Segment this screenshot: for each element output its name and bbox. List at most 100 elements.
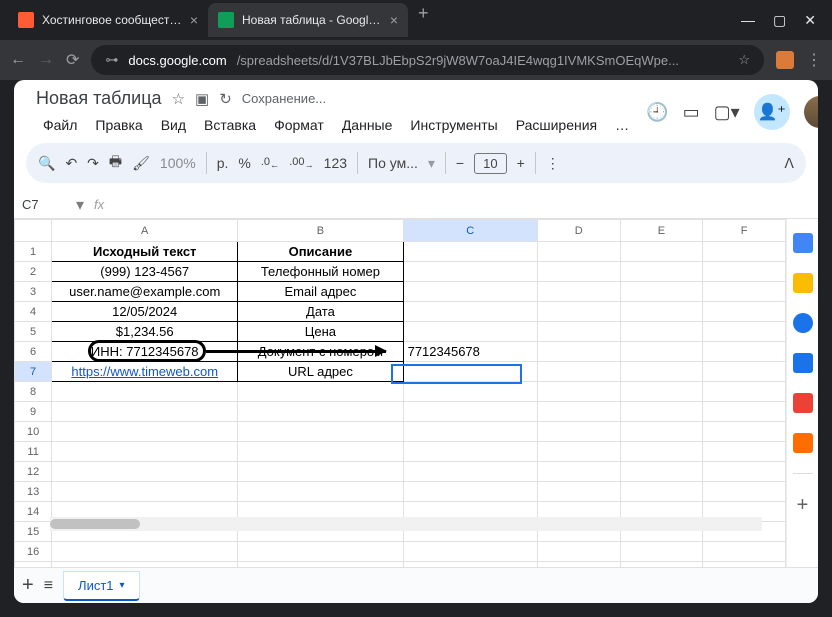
cell-B7[interactable]: URL адрес (238, 362, 403, 382)
keep-icon[interactable] (793, 273, 813, 293)
cell-F13[interactable] (703, 482, 786, 502)
close-button[interactable]: ✕ (804, 12, 816, 29)
cell-A2[interactable]: (999) 123-4567 (52, 262, 238, 282)
browser-tab-1[interactable]: Новая таблица - Google Табли × (208, 3, 408, 37)
cell-D4[interactable] (537, 302, 620, 322)
sheet-tab-menu-icon[interactable]: ▾ (120, 580, 125, 591)
column-header-D[interactable]: D (537, 220, 620, 242)
cell-F4[interactable] (703, 302, 786, 322)
cell-A17[interactable] (52, 562, 238, 568)
meet-icon[interactable]: ▢▾ (714, 102, 740, 123)
collapse-toolbar-button[interactable]: ᐱ (784, 155, 794, 172)
cell-C8[interactable] (403, 382, 537, 402)
browser-tab-0[interactable]: Хостинговое сообщество «Tim × (8, 3, 208, 37)
row-header-1[interactable]: 1 (15, 242, 52, 262)
maps-icon[interactable] (793, 393, 813, 413)
cell-C7[interactable] (403, 362, 537, 382)
cell-F7[interactable] (703, 362, 786, 382)
menu-button[interactable]: ⋮ (806, 50, 822, 70)
cell-F5[interactable] (703, 322, 786, 342)
menu-extensions[interactable]: Расширения (509, 113, 604, 137)
cell-D8[interactable] (537, 382, 620, 402)
share-button[interactable]: 👤⁺ (754, 94, 790, 130)
cell-E12[interactable] (620, 462, 703, 482)
cell-F6[interactable] (703, 342, 786, 362)
cell-A13[interactable] (52, 482, 238, 502)
column-header-B[interactable]: B (238, 220, 403, 242)
star-icon[interactable]: ☆ (738, 52, 750, 68)
cell-A8[interactable] (52, 382, 238, 402)
cell-D7[interactable] (537, 362, 620, 382)
cloud-icon[interactable]: ↻ (219, 90, 232, 108)
cell-A9[interactable] (52, 402, 238, 422)
cell-B1[interactable]: Описание (238, 242, 403, 262)
column-header-F[interactable]: F (703, 220, 786, 242)
star-icon[interactable]: ☆ (172, 90, 185, 108)
row-header-15[interactable]: 15 (15, 522, 52, 542)
font-size-increase[interactable]: + (517, 155, 525, 171)
cell-E7[interactable] (620, 362, 703, 382)
cell-E17[interactable] (620, 562, 703, 568)
cell-D3[interactable] (537, 282, 620, 302)
cell-F16[interactable] (703, 542, 786, 562)
cell-C12[interactable] (403, 462, 537, 482)
percent-button[interactable]: % (238, 155, 250, 171)
close-icon[interactable]: × (190, 12, 198, 28)
cell-B3[interactable]: Email адрес (238, 282, 403, 302)
cell-C6[interactable]: 7712345678 (403, 342, 537, 362)
cell-B4[interactable]: Дата (238, 302, 403, 322)
sheet-tab-1[interactable]: Лист1 ▾ (63, 571, 140, 601)
cell-E5[interactable] (620, 322, 703, 342)
cell-C11[interactable] (403, 442, 537, 462)
cell-F17[interactable] (703, 562, 786, 568)
cell-C13[interactable] (403, 482, 537, 502)
cell-D10[interactable] (537, 422, 620, 442)
cell-B8[interactable] (238, 382, 403, 402)
cell-E8[interactable] (620, 382, 703, 402)
cell-C2[interactable] (403, 262, 537, 282)
row-header-16[interactable]: 16 (15, 542, 52, 562)
cell-A1[interactable]: Исходный текст (52, 242, 238, 262)
zoom-select[interactable]: 100% (160, 155, 196, 171)
cell-C3[interactable] (403, 282, 537, 302)
tasks-icon[interactable] (793, 313, 813, 333)
name-box[interactable]: C7 (22, 197, 76, 212)
cell-C10[interactable] (403, 422, 537, 442)
cell-B9[interactable] (238, 402, 403, 422)
cell-A11[interactable] (52, 442, 238, 462)
url-input[interactable]: ⊶ docs.google.com/spreadsheets/d/1V37BLJ… (91, 45, 764, 75)
cell-A5[interactable]: $1,234.56 (52, 322, 238, 342)
cell-D9[interactable] (537, 402, 620, 422)
column-header-E[interactable]: E (620, 220, 703, 242)
row-header-2[interactable]: 2 (15, 262, 52, 282)
menu-format[interactable]: Формат (267, 113, 331, 137)
font-select[interactable]: По ум... (368, 155, 418, 171)
row-header-5[interactable]: 5 (15, 322, 52, 342)
cell-B10[interactable] (238, 422, 403, 442)
minimize-button[interactable]: — (741, 12, 755, 29)
calendar-icon[interactable] (793, 233, 813, 253)
font-size-decrease[interactable]: − (456, 155, 464, 171)
redo-button[interactable]: ↷ (87, 155, 99, 172)
cell-F1[interactable] (703, 242, 786, 262)
cell-F12[interactable] (703, 462, 786, 482)
menu-file[interactable]: Файл (36, 113, 84, 137)
comments-icon[interactable]: ▭ (683, 102, 700, 123)
extension-icon[interactable] (776, 51, 794, 69)
cell-E2[interactable] (620, 262, 703, 282)
column-header-A[interactable]: A (52, 220, 238, 242)
move-icon[interactable]: ▣ (195, 90, 209, 108)
menu-data[interactable]: Данные (335, 113, 400, 137)
new-tab-button[interactable]: + (408, 3, 439, 37)
cell-F11[interactable] (703, 442, 786, 462)
cell-A4[interactable]: 12/05/2024 (52, 302, 238, 322)
row-header-13[interactable]: 13 (15, 482, 52, 502)
history-icon[interactable]: 🕘 (646, 102, 668, 123)
menu-edit[interactable]: Правка (88, 113, 149, 137)
cell-A10[interactable] (52, 422, 238, 442)
back-button[interactable]: ← (10, 51, 26, 69)
cell-D11[interactable] (537, 442, 620, 462)
cell-A3[interactable]: user.name@example.com (52, 282, 238, 302)
cell-D1[interactable] (537, 242, 620, 262)
currency-button[interactable]: р. (217, 155, 229, 171)
